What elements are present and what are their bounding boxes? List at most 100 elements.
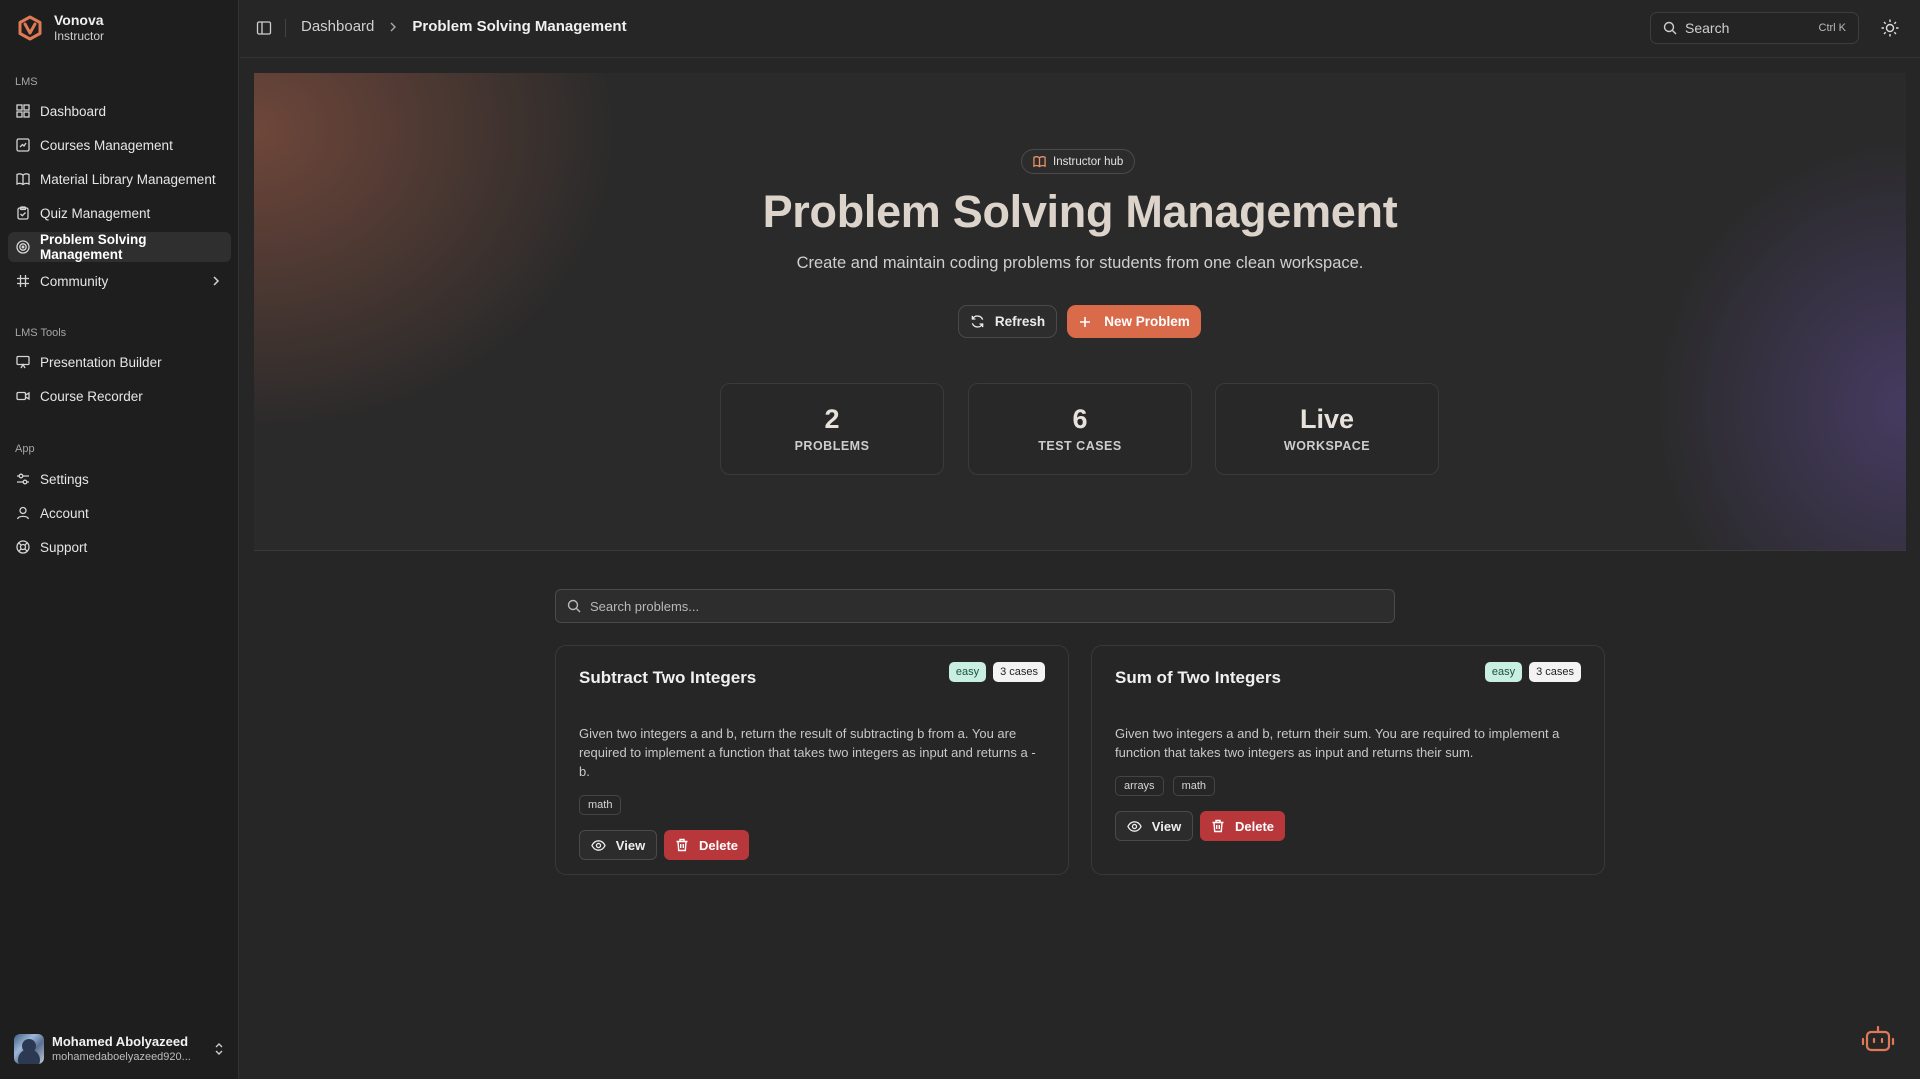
brand[interactable]: Vonova Instructor [16,12,104,43]
nav-group-label-lms-tools: LMS Tools [15,327,67,339]
vonova-logo-icon [16,14,44,42]
problem-description: Given two integers a and b, return their… [1115,726,1560,760]
topbar-divider [285,19,286,37]
problem-search-input[interactable] [590,598,1383,614]
sidebar-item-label: Dashboard [40,103,107,119]
view-label: View [615,837,646,853]
sidebar-item-material-library[interactable]: Material Library Management [8,164,231,194]
problem-card: Subtract Two Integers easy 3 cases Given… [555,645,1069,875]
user-menu[interactable]: Mohamed Abolyazeed mohamedaboelyazeed920… [14,1031,226,1067]
search-icon [567,599,581,613]
problem-card: Sum of Two Integers easy 3 cases Given t… [1091,645,1605,875]
sidebar-item-support[interactable]: Support [8,532,231,562]
eye-icon [1127,819,1142,834]
trash-icon [1211,819,1225,833]
global-search-button[interactable]: Search Ctrl K [1650,12,1859,44]
breadcrumb: Dashboard Problem Solving Management [301,18,627,35]
delete-button[interactable]: Delete [664,830,749,860]
view-button[interactable]: View [1115,811,1193,841]
breadcrumb-current: Problem Solving Management [412,18,627,35]
nav-list-app: Settings Account Support [8,464,231,566]
dashboard-icon [16,104,30,118]
sidebar-item-community[interactable]: Community [8,266,231,296]
sidebar: Vonova Instructor LMS Dashboard Courses … [0,0,239,1079]
page-subtitle: Create and maintain coding problems for … [796,254,1364,272]
user-icon [16,506,30,520]
sidebar-item-dashboard[interactable]: Dashboard [8,96,231,126]
chevron-right-icon [209,274,223,288]
tag: math [1172,776,1216,796]
tag: arrays [1115,776,1164,796]
sidebar-item-course-recorder[interactable]: Course Recorder [8,381,231,411]
problem-description: Given two integers a and b, return the r… [579,726,1036,779]
sidebar-item-label: Course Recorder [40,388,143,404]
sidebar-item-label: Quiz Management [40,205,151,221]
cases-badge: 3 cases [1529,662,1581,682]
sidebar-item-label: Support [40,539,88,555]
sidebar-item-label: Settings [40,471,89,487]
clipboard-icon [16,206,30,220]
page-title: Problem Solving Management [762,186,1398,237]
sidebar-item-quiz[interactable]: Quiz Management [8,198,231,228]
sidebar-item-problem-solving[interactable]: Problem Solving Management [8,232,231,262]
book-icon [16,172,30,186]
search-label: Search [1685,20,1730,36]
search-icon [1663,21,1677,35]
sun-icon[interactable] [1880,18,1900,38]
stat-label: TEST CASES [1038,439,1122,453]
sidebar-item-account[interactable]: Account [8,498,231,528]
difficulty-badge: easy [948,662,987,682]
refresh-button[interactable]: Refresh [958,305,1057,338]
tag: math [579,795,622,815]
stat-card-test-cases: 6 TEST CASES [968,383,1192,475]
sidebar-item-label: Presentation Builder [40,354,162,370]
problem-title[interactable]: Sum of Two Integers [1115,668,1281,688]
stat-label: WORKSPACE [1283,439,1371,453]
chevrons-up-down-icon [212,1042,226,1056]
video-icon [16,389,30,403]
sidebar-item-label: Material Library Management [40,171,216,187]
new-problem-button[interactable]: New Problem [1067,305,1201,338]
view-label: View [1151,818,1182,834]
user-name: Mohamed Abolyazeed [52,1034,189,1049]
presentation-icon [16,355,30,369]
problem-tags: math [579,795,622,815]
stat-label: PROBLEMS [794,439,870,453]
cases-badge: 3 cases [993,662,1045,682]
problem-search-field [555,589,1395,623]
plus-icon [1078,315,1092,329]
search-shortcut: Ctrl K [1818,22,1847,34]
refresh-icon [970,314,985,329]
stat-value: Live [1299,404,1355,434]
sliders-icon [16,472,30,486]
sidebar-item-label: Problem Solving Management [40,232,147,262]
user-email: mohamedaboelyazeed920... [52,1051,191,1063]
trash-icon [675,838,689,852]
sidebar-toggle-icon[interactable] [256,20,272,36]
topbar: Dashboard Problem Solving Management Sea… [240,0,1920,58]
sidebar-item-label: Community [40,273,109,289]
problem-badges: easy 3 cases [948,662,1045,682]
breadcrumb-dashboard[interactable]: Dashboard [301,18,374,35]
nav-group-label-lms: LMS [15,76,38,88]
sidebar-item-courses[interactable]: Courses Management [8,130,231,160]
stat-value: 2 [824,404,840,434]
avatar [14,1034,44,1064]
refresh-label: Refresh [994,314,1046,329]
problem-badges: easy 3 cases [1484,662,1581,682]
delete-label: Delete [698,837,739,853]
instructor-hub-pill: Instructor hub [1021,149,1136,174]
book-open-icon [1033,155,1046,168]
hero-section: Instructor hub Problem Solving Managemen… [254,73,1906,551]
sidebar-item-settings[interactable]: Settings [8,464,231,494]
stat-card-problems: 2 PROBLEMS [720,383,944,475]
bot-icon[interactable] [1861,1024,1895,1054]
sidebar-item-presentation-builder[interactable]: Presentation Builder [8,347,231,377]
nav-list-lms-tools: Presentation Builder Course Recorder [8,347,231,415]
sidebar-item-label: Courses Management [40,137,173,153]
brand-name: Vonova [54,12,104,28]
view-button[interactable]: View [579,830,657,860]
delete-button[interactable]: Delete [1200,811,1285,841]
problem-title[interactable]: Subtract Two Integers [579,668,756,688]
lifebuoy-icon [16,540,30,554]
